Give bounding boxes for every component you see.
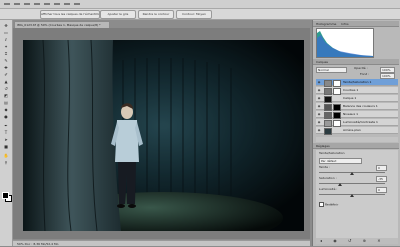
- opacity-label: Opacité :: [354, 66, 368, 70]
- move-icon[interactable]: ✥: [3, 24, 9, 28]
- menu-bar: [0, 0, 400, 9]
- layer-name: Arrière-plan: [343, 128, 361, 132]
- adjustment-thumbnail: [324, 80, 332, 87]
- zoom-icon[interactable]: ⚲: [3, 161, 9, 165]
- options-bar: Afficher tous les calques de l'échantill…: [0, 9, 400, 20]
- colorize-checkbox[interactable]: Redéfinir: [319, 202, 338, 207]
- layer-row[interactable]: ◉ Teinte/Saturation 1: [316, 79, 398, 87]
- layer-name: Teinte/Saturation 1: [343, 80, 372, 84]
- adjustments-panel-header[interactable]: Réglages: [313, 143, 399, 149]
- layer-thumbnail: [324, 96, 332, 103]
- layer-row[interactable]: ◉ Calque 1: [316, 95, 398, 103]
- visibility-eye-icon[interactable]: ◉: [317, 96, 321, 100]
- adjustments-panel: Teinte/Saturation Par défaut Teinte : 0 …: [316, 150, 398, 244]
- layer-row[interactable]: ◉ Arrière-plan: [316, 127, 398, 135]
- colorize-label: Redéfinir: [324, 202, 339, 207]
- pen-icon[interactable]: ✒: [3, 124, 9, 128]
- hand-icon[interactable]: ✋: [3, 154, 9, 158]
- saturation-slider-handle[interactable]: [338, 183, 342, 186]
- adjust-gray-button[interactable]: Ajuster le gris: [100, 10, 136, 19]
- preset-select[interactable]: Par défaut: [319, 158, 362, 164]
- adjustment-type-label: Teinte/Saturation: [319, 151, 345, 155]
- saturation-value[interactable]: -35: [376, 176, 387, 182]
- histogram-graph: [316, 28, 374, 58]
- visibility-eye-icon[interactable]: ◉: [317, 104, 321, 108]
- histogram-tab[interactable]: Histogramme: [316, 22, 336, 26]
- eyedropper-icon[interactable]: ✎: [3, 59, 9, 63]
- layer-row[interactable]: ◉ Courbes 1: [316, 87, 398, 95]
- photo-boy-by-tree: [23, 40, 304, 231]
- status-bar: 50% Doc : 8,36 Mo/52,4 Mo: [13, 240, 310, 246]
- gradient-icon[interactable]: ▤: [3, 101, 9, 105]
- visibility-eye-icon[interactable]: ◉: [317, 112, 321, 116]
- layer-name: Niveaux 1: [343, 112, 359, 116]
- layer-thumbnail: [324, 128, 332, 135]
- mask-thumbnail[interactable]: [333, 80, 341, 87]
- contour-button[interactable]: Contour: Moyen: [176, 10, 212, 19]
- dodge-icon[interactable]: ●: [3, 115, 9, 119]
- layer-name: Luminosité/Contraste 1: [343, 120, 378, 124]
- adjustment-thumbnail: [324, 120, 332, 127]
- layer-row[interactable]: ◉ Niveaux 1: [316, 111, 398, 119]
- blur-icon[interactable]: ◆: [3, 108, 9, 112]
- saturation-slider[interactable]: [319, 183, 385, 184]
- layer-name: Calque 1: [343, 96, 357, 100]
- toolbox: ✥ ▭ ℓ ✦ ⌗ ✎ ✚ ✐ ▲ ↺ ◩ ▤ ◆ ● ✒ T ➤ ■ ✋ ⚲: [0, 20, 13, 246]
- hue-label: Teinte :: [319, 165, 330, 169]
- lightness-slider-handle[interactable]: [350, 194, 354, 197]
- lasso-icon[interactable]: ℓ: [3, 38, 9, 42]
- layer-name: Courbes 1: [343, 88, 359, 92]
- saturation-label: Saturation :: [319, 176, 337, 180]
- lightness-label: Luminosité :: [319, 187, 338, 191]
- stamp-icon[interactable]: ▲: [3, 80, 9, 84]
- mask-thumbnail[interactable]: [333, 88, 341, 95]
- visibility-eye-icon[interactable]: ◉: [317, 80, 321, 84]
- mask-thumbnail[interactable]: [333, 104, 341, 111]
- visibility-eye-icon[interactable]: ◉: [317, 128, 321, 132]
- mask-thumbnail[interactable]: [333, 120, 341, 127]
- adjustment-thumbnail: [324, 104, 332, 111]
- history-brush-icon[interactable]: ↺: [3, 87, 9, 91]
- crop-icon[interactable]: ⌗: [3, 52, 9, 56]
- layer-name: Balance des couleurs 1: [343, 104, 378, 108]
- magic-wand-icon[interactable]: ✦: [3, 45, 9, 49]
- histogram-curve: [317, 31, 373, 57]
- shape-icon[interactable]: ■: [3, 145, 9, 149]
- eraser-icon[interactable]: ◩: [3, 94, 9, 98]
- type-icon[interactable]: T: [3, 131, 9, 135]
- adjustment-thumbnail: [324, 88, 332, 95]
- lightness-value[interactable]: 0: [376, 187, 387, 193]
- layers-panel-header[interactable]: Calques: [313, 59, 399, 65]
- brush-icon[interactable]: ✐: [3, 73, 9, 77]
- hue-value[interactable]: 0: [376, 165, 387, 171]
- marquee-icon[interactable]: ▭: [3, 31, 9, 35]
- hue-slider-handle[interactable]: [350, 172, 354, 175]
- blend-mode-select[interactable]: Normal: [316, 67, 347, 73]
- adjustments-footer-buttons[interactable]: ◂ ◉ ↺ ⊕ ✕: [316, 238, 398, 244]
- menu-items[interactable]: [4, 3, 84, 5]
- histogram-panel-header[interactable]: Histogramme Infos: [313, 21, 399, 27]
- path-select-icon[interactable]: ➤: [3, 138, 9, 142]
- layer-row[interactable]: ◉ Balance des couleurs 1: [316, 103, 398, 111]
- sample-all-layers-button[interactable]: Afficher tous les calques de l'échantill…: [40, 10, 100, 19]
- mask-thumbnail[interactable]: [333, 112, 341, 119]
- healing-icon[interactable]: ✚: [3, 66, 9, 70]
- layer-row[interactable]: ◉ Luminosité/Contraste 1: [316, 119, 398, 127]
- refine-edge-button[interactable]: Rendre le contour: [138, 10, 174, 19]
- visibility-eye-icon[interactable]: ◉: [317, 120, 321, 124]
- visibility-eye-icon[interactable]: ◉: [317, 88, 321, 92]
- fill-label: Fond :: [360, 72, 370, 76]
- info-tab[interactable]: Infos: [341, 22, 348, 26]
- layers-footer-buttons[interactable]: [316, 137, 398, 142]
- foreground-color-swatch[interactable]: [2, 192, 9, 199]
- adjustment-thumbnail: [324, 112, 332, 119]
- document-image[interactable]: [23, 40, 304, 231]
